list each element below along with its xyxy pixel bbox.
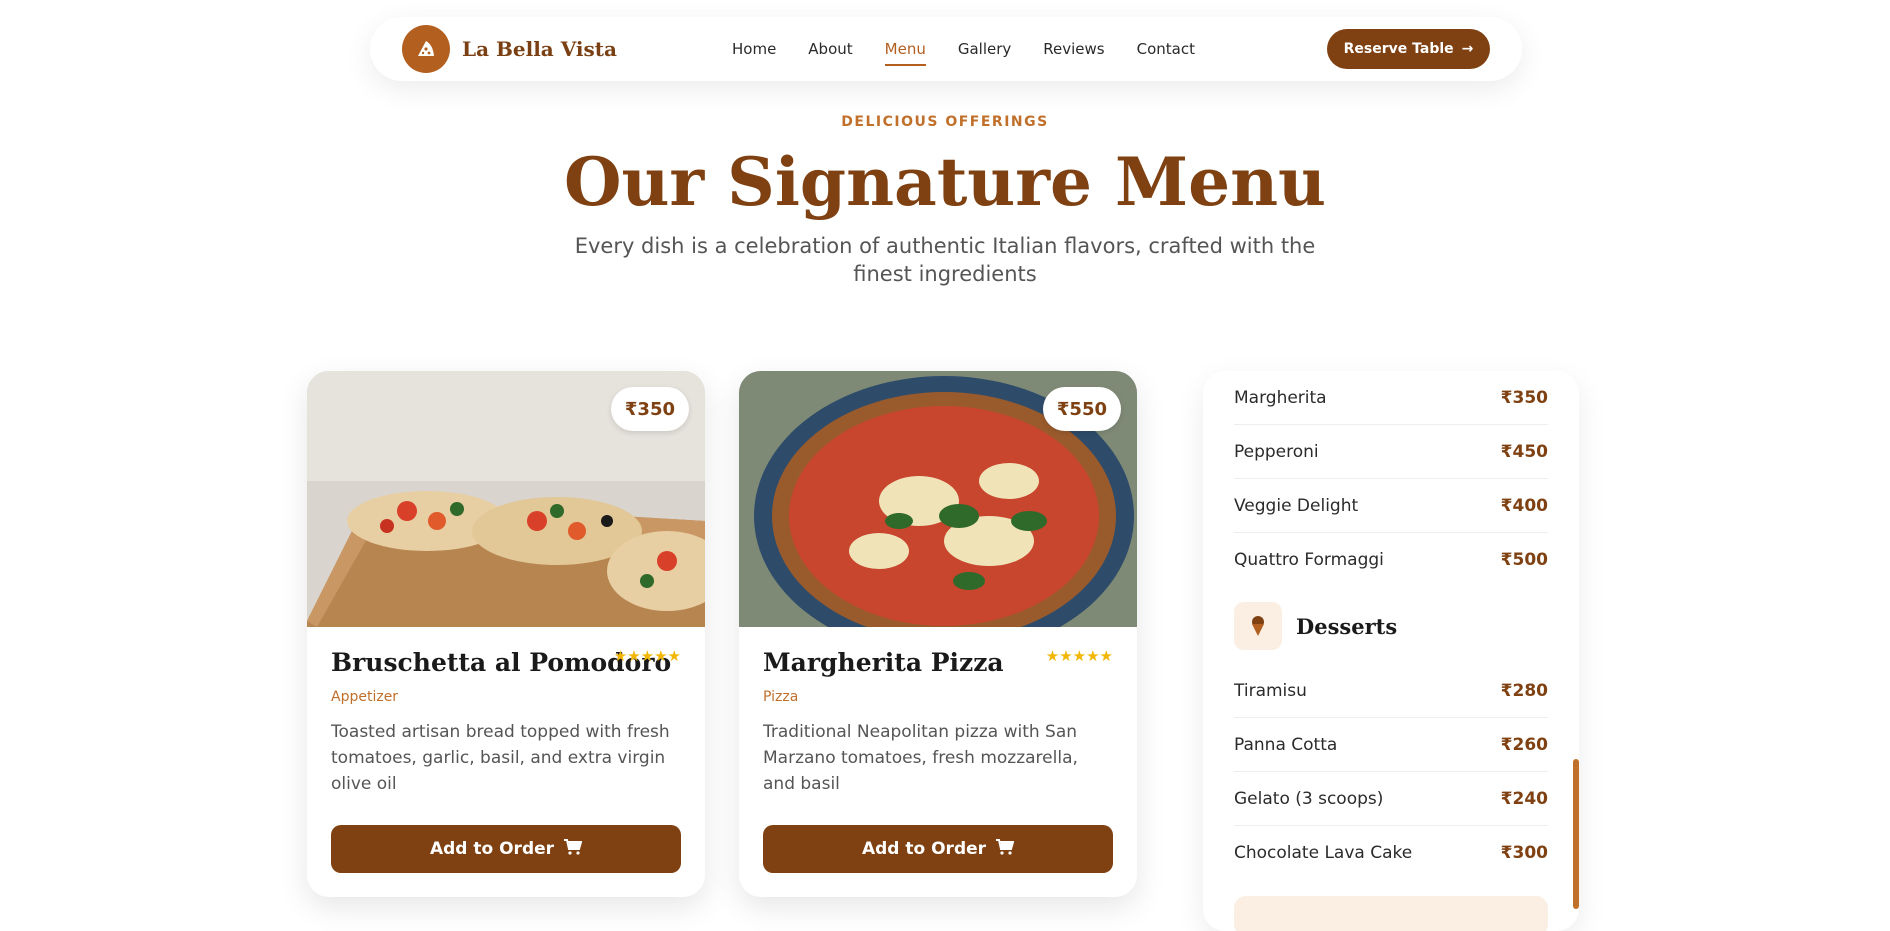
site-header: La Bella Vista Home About Menu Gallery R… [370, 17, 1522, 81]
item-price: ₹350 [1500, 387, 1548, 408]
add-to-order-button[interactable]: Add to Order [331, 825, 681, 873]
dish-description: Toasted artisan bread topped with fresh … [331, 722, 670, 794]
nav-contact[interactable]: Contact [1137, 40, 1195, 58]
panel-footer [1234, 896, 1548, 931]
item-name: Chocolate Lava Cake [1234, 842, 1413, 863]
section-eyebrow: DELICIOUS OFFERINGS [841, 114, 1049, 130]
arrow-right-icon: → [1461, 41, 1474, 57]
list-item[interactable]: Chocolate Lava Cake ₹300 [1234, 826, 1548, 879]
price-badge: ₹550 [1042, 387, 1121, 431]
scrollbar[interactable] [1573, 371, 1579, 931]
nav-about[interactable]: About [808, 40, 852, 58]
item-name: Margherita [1234, 387, 1327, 408]
item-name: Gelato (3 scoops) [1234, 788, 1384, 809]
pizza-list: Margherita ₹350 Pepperoni ₹450 Veggie De… [1234, 371, 1548, 586]
cart-icon [996, 838, 1015, 860]
list-item[interactable]: Pepperoni ₹450 [1234, 425, 1548, 479]
card-body: Margherita Pizza ★★★★★ Pizza Traditional… [763, 647, 1113, 797]
bruschetta-image: ₹350 [307, 371, 705, 627]
scrollbar-thumb[interactable] [1573, 759, 1579, 909]
brand[interactable]: La Bella Vista [402, 25, 617, 73]
brand-name: La Bella Vista [462, 37, 617, 61]
list-item[interactable]: Veggie Delight ₹400 [1234, 479, 1548, 533]
menu-list-panel[interactable]: Margherita ₹350 Pepperoni ₹450 Veggie De… [1203, 371, 1579, 931]
list-item[interactable]: Tiramisu ₹280 [1234, 664, 1548, 718]
dessert-list: Tiramisu ₹280 Panna Cotta ₹260 Gelato (3… [1234, 664, 1548, 879]
nav-home[interactable]: Home [732, 40, 776, 58]
item-price: ₹450 [1500, 441, 1548, 462]
item-price: ₹280 [1500, 680, 1548, 701]
reserve-table-label: Reserve Table [1343, 41, 1454, 57]
item-name: Veggie Delight [1234, 495, 1359, 516]
item-price: ₹400 [1500, 495, 1548, 516]
reserve-table-button[interactable]: Reserve Table → [1327, 29, 1490, 69]
item-price: ₹300 [1500, 842, 1548, 863]
add-to-order-button[interactable]: Add to Order [763, 825, 1113, 873]
page-subtitle: Every dish is a celebration of authentic… [574, 234, 1316, 286]
item-name: Tiramisu [1234, 680, 1307, 701]
nav-reviews[interactable]: Reviews [1043, 40, 1104, 58]
menu-card: ₹550 Margherita Pizza ★★★★★ Pizza Tradit… [739, 371, 1137, 897]
nav-gallery[interactable]: Gallery [958, 40, 1011, 58]
list-item[interactable]: Quattro Formaggi ₹500 [1234, 533, 1548, 586]
main-nav: Home About Menu Gallery Reviews Contact [732, 17, 1195, 81]
desserts-heading: Desserts [1234, 602, 1397, 650]
pizza-logo-icon [402, 25, 450, 73]
section-title: Desserts [1296, 613, 1398, 639]
ice-cream-icon [1234, 602, 1282, 650]
menu-card: ₹350 Bruschetta al Pomodoro ★★★★★ Appeti… [307, 371, 705, 897]
item-price: ₹240 [1500, 788, 1548, 809]
margherita-pizza-image: ₹550 [739, 371, 1137, 627]
dish-description: Traditional Neapolitan pizza with San Ma… [763, 722, 1078, 794]
item-price: ₹500 [1500, 549, 1548, 570]
list-item[interactable]: Margherita ₹350 [1234, 371, 1548, 425]
star-rating-icon: ★★★★★ [613, 647, 681, 665]
list-item[interactable]: Panna Cotta ₹260 [1234, 718, 1548, 772]
card-body: Bruschetta al Pomodoro ★★★★★ Appetizer T… [331, 647, 681, 797]
price-badge: ₹350 [610, 387, 689, 431]
dish-category: Appetizer [331, 689, 399, 705]
item-price: ₹260 [1500, 734, 1548, 755]
add-to-order-label: Add to Order [429, 839, 555, 859]
item-name: Quattro Formaggi [1234, 549, 1384, 570]
nav-menu[interactable]: Menu [884, 40, 927, 66]
page-title: Our Signature Menu [563, 143, 1327, 221]
item-name: Pepperoni [1234, 441, 1319, 462]
item-name: Panna Cotta [1234, 734, 1338, 755]
list-item[interactable]: Gelato (3 scoops) ₹240 [1234, 772, 1548, 826]
dish-category: Pizza [763, 689, 799, 705]
cart-icon [564, 838, 583, 860]
add-to-order-label: Add to Order [861, 839, 987, 859]
star-rating-icon: ★★★★★ [1045, 647, 1113, 665]
